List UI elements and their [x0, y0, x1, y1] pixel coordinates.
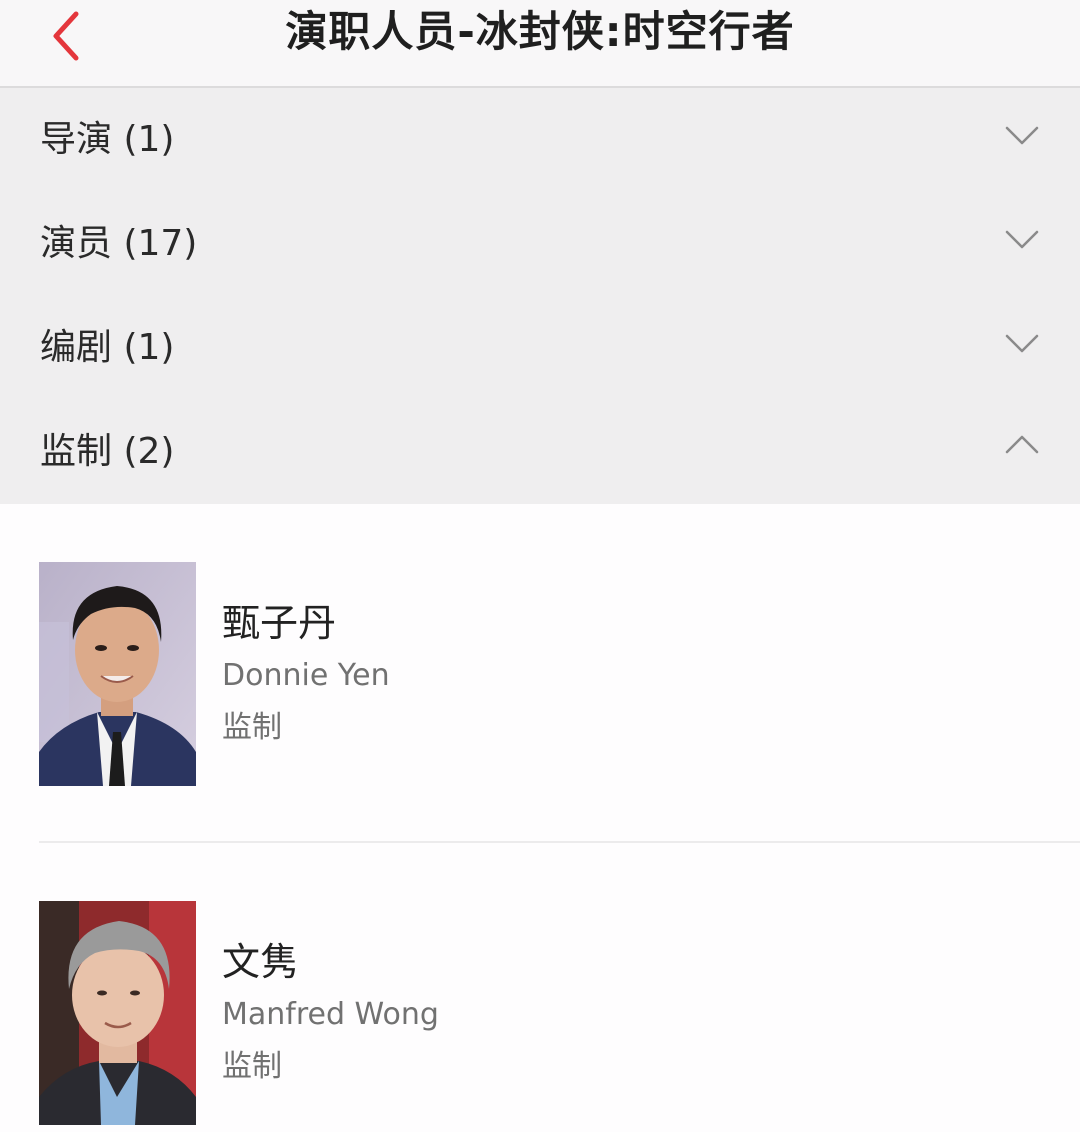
- person-role: 监制: [222, 710, 282, 745]
- section-actors[interactable]: 演员 (17): [0, 192, 1080, 296]
- person-name: 甄子丹: [222, 601, 337, 645]
- person-row[interactable]: 甄子丹 Donnie Yen 监制: [0, 562, 1080, 788]
- section-label: 导演 (1): [40, 119, 175, 160]
- chevron-up-icon: [1005, 435, 1039, 454]
- section-writers[interactable]: 编剧 (1): [0, 296, 1080, 400]
- divider: [39, 841, 1080, 843]
- section-label: 监制 (2): [40, 431, 175, 472]
- person-row[interactable]: 文隽 Manfred Wong 监制: [0, 901, 1080, 1127]
- section-label: 编剧 (1): [40, 327, 175, 368]
- section-label: 演员 (17): [40, 223, 198, 264]
- chevron-down-icon: [1005, 126, 1039, 145]
- section-producers[interactable]: 监制 (2): [0, 400, 1080, 504]
- person-role: 监制: [222, 1049, 282, 1084]
- crew-sections: 导演 (1) 演员 (17) 编剧 (1) 监制 (2): [0, 88, 1080, 504]
- person-name-en: Manfred Wong: [222, 997, 439, 1032]
- nav-bar: 演职人员-冰封侠:时空行者: [0, 0, 1080, 88]
- page-title: 演职人员-冰封侠:时空行者: [285, 7, 795, 56]
- person-name: 文隽: [222, 940, 299, 984]
- avatar: [39, 901, 196, 1125]
- chevron-down-icon: [1005, 230, 1039, 249]
- avatar: [39, 562, 196, 786]
- chevron-down-icon: [1005, 334, 1039, 353]
- section-director[interactable]: 导演 (1): [0, 88, 1080, 192]
- person-name-en: Donnie Yen: [222, 658, 390, 693]
